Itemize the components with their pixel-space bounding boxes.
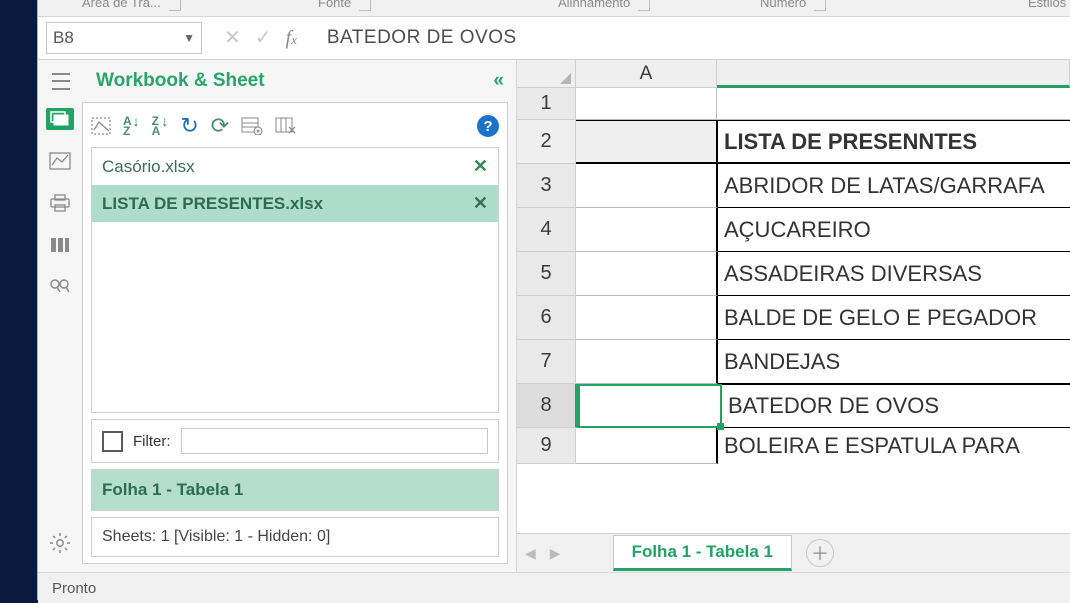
cell-A2[interactable] [576, 120, 718, 164]
select-all-triangle[interactable] [517, 60, 576, 88]
grid-row: 6 BALDE DE GELO E PEGADOR [517, 296, 1070, 340]
ribbon-group-labels: Área de Tra... Fonte Alinhamento Número … [38, 0, 1070, 17]
close-workbook-icon[interactable]: ✕ [473, 193, 488, 214]
cell-B7[interactable]: BANDEJAS [718, 340, 1070, 384]
grid-settings-icon[interactable] [241, 117, 263, 135]
cell-B3[interactable]: ABRIDOR DE LATAS/GARRAFA [718, 164, 1070, 208]
sheet-stats: Sheets: 1 [Visible: 1 - Hidden: 0] [91, 517, 499, 557]
cell-A7[interactable] [576, 340, 718, 384]
select-range-icon[interactable] [91, 117, 111, 135]
sheet-tab-active[interactable]: Folha 1 - Tabela 1 [613, 535, 792, 571]
dialog-launcher-icon[interactable] [814, 0, 826, 11]
workbook-list: Casório.xlsx ✕ LISTA DE PRESENTES.xlsx ✕ [91, 147, 499, 413]
sort-za-icon[interactable]: ZA↓ [152, 116, 169, 136]
tab-nav-next-icon[interactable]: ▶ [550, 545, 561, 562]
ribbon-group-number: Número [760, 0, 806, 10]
tab-columns[interactable] [46, 234, 74, 256]
collapse-pane-icon[interactable]: « [493, 70, 498, 92]
hamburger-icon[interactable] [52, 73, 70, 90]
taskpane-title: Workbook & Sheet [96, 70, 265, 92]
row-header[interactable]: 5 [517, 252, 576, 296]
cell-A9[interactable] [576, 428, 718, 464]
cell-B4[interactable]: AÇUCAREIRO [718, 208, 1070, 252]
ribbon-group-styles: Estilos [1028, 0, 1066, 10]
add-sheet-icon[interactable]: ＋ [806, 539, 834, 567]
dialog-launcher-icon[interactable] [638, 0, 650, 11]
sheet-list: Folha 1 - Tabela 1 [91, 469, 499, 511]
filter-input[interactable] [181, 428, 489, 454]
formula-bar-content[interactable]: BATEDOR DE OVOS [327, 27, 517, 49]
dialog-launcher-icon[interactable] [169, 0, 181, 11]
grid-body[interactable]: 1 2 LISTA DE PRESENNTES 3 ABRIDOR DE LAT… [517, 88, 1070, 533]
refresh-all-icon[interactable]: ⟳ [211, 113, 229, 139]
row-header[interactable]: 3 [517, 164, 576, 208]
grid-row-selected: 8 BATEDOR DE OVOS [517, 384, 1070, 428]
cell-B1[interactable] [717, 88, 1070, 120]
cell-B9[interactable]: BOLEIRA E ESPATULA PARA [718, 428, 1070, 464]
column-header-rest[interactable] [717, 60, 1070, 88]
cell-B8[interactable]: BATEDOR DE OVOS [722, 384, 1070, 428]
filter-panel: Filter: [91, 419, 499, 463]
grid-row: 9 BOLEIRA E ESPATULA PARA [517, 428, 1070, 464]
grid-row: 7 BANDEJAS [517, 340, 1070, 384]
workbook-name: Casório.xlsx [102, 157, 195, 177]
grid-row: 3 ABRIDOR DE LATAS/GARRAFA [517, 164, 1070, 208]
grid-row: 5 ASSADEIRAS DIVERSAS [517, 252, 1070, 296]
cell-B6[interactable]: BALDE DE GELO E PEGADOR [718, 296, 1070, 340]
stack-sheets-icon [46, 108, 74, 130]
cell-A6[interactable] [576, 296, 718, 340]
settings-gear-icon[interactable] [46, 532, 74, 554]
row-header[interactable]: 8 [517, 384, 578, 428]
row-header[interactable]: 1 [517, 88, 576, 120]
row-header[interactable]: 7 [517, 340, 576, 384]
filter-label: Filter: [133, 433, 171, 450]
chevron-down-icon[interactable]: ▼ [183, 31, 195, 45]
cell-A3[interactable] [576, 164, 718, 208]
workbook-name: LISTA DE PRESENTES.xlsx [102, 194, 323, 214]
workbook-item-selected[interactable]: LISTA DE PRESENTES.xlsx ✕ [92, 185, 498, 222]
sheet-item-selected[interactable]: Folha 1 - Tabela 1 [92, 470, 498, 510]
sort-az-icon[interactable]: AZ↓ [123, 116, 140, 136]
status-text: Pronto [52, 580, 96, 597]
close-workbook-icon[interactable]: ✕ [473, 156, 488, 177]
column-header-A[interactable]: A [576, 60, 717, 88]
grid-row: 1 [517, 88, 1070, 120]
cell-A1[interactable] [576, 88, 717, 120]
ribbon-group-clipboard: Área de Tra... [82, 0, 161, 10]
grid-tools-icon[interactable] [275, 117, 297, 135]
name-box-value: B8 [53, 28, 74, 48]
sheet-tab-bar: ◀ ▶ Folha 1 - Tabela 1 ＋ [517, 533, 1070, 572]
insert-function-icon[interactable]: fx [286, 28, 297, 48]
refresh-icon[interactable]: ↻ [180, 113, 198, 139]
cell-A4[interactable] [576, 208, 718, 252]
tab-nav-prev-icon[interactable]: ◀ [525, 545, 536, 562]
tab-find[interactable] [46, 276, 74, 298]
cell-A8-active[interactable] [578, 384, 722, 428]
cell-B5[interactable]: ASSADEIRAS DIVERSAS [718, 252, 1070, 296]
formula-cancel-icon[interactable]: ✕ [224, 28, 241, 48]
ribbon-group-font: Fonte [318, 0, 351, 10]
tab-print[interactable] [46, 192, 74, 214]
tab-charts[interactable] [46, 150, 74, 172]
help-icon[interactable]: ? [477, 115, 499, 137]
row-header[interactable]: 4 [517, 208, 576, 252]
workbook-item[interactable]: Casório.xlsx ✕ [92, 148, 498, 185]
taskpane-toolbar: AZ↓ ZA↓ ↻ ⟳ ? [91, 111, 499, 141]
name-box[interactable]: B8 ▼ [46, 22, 202, 54]
status-bar: Pronto [38, 572, 1070, 603]
grid-row: 2 LISTA DE PRESENNTES [517, 120, 1070, 164]
row-header[interactable]: 9 [517, 428, 576, 464]
row-header[interactable]: 6 [517, 296, 576, 340]
tab-workbooks[interactable] [46, 108, 74, 130]
formula-accept-icon[interactable]: ✓ [255, 28, 272, 48]
column-header-row: A [517, 60, 1070, 88]
filter-checkbox[interactable] [102, 431, 123, 452]
grid-row: 4 AÇUCAREIRO [517, 208, 1070, 252]
ribbon-group-alignment: Alinhamento [558, 0, 630, 10]
cell-B2[interactable]: LISTA DE PRESENNTES [718, 120, 1070, 164]
cell-A5[interactable] [576, 252, 718, 296]
row-header[interactable]: 2 [517, 120, 576, 164]
dialog-launcher-icon[interactable] [359, 0, 371, 11]
